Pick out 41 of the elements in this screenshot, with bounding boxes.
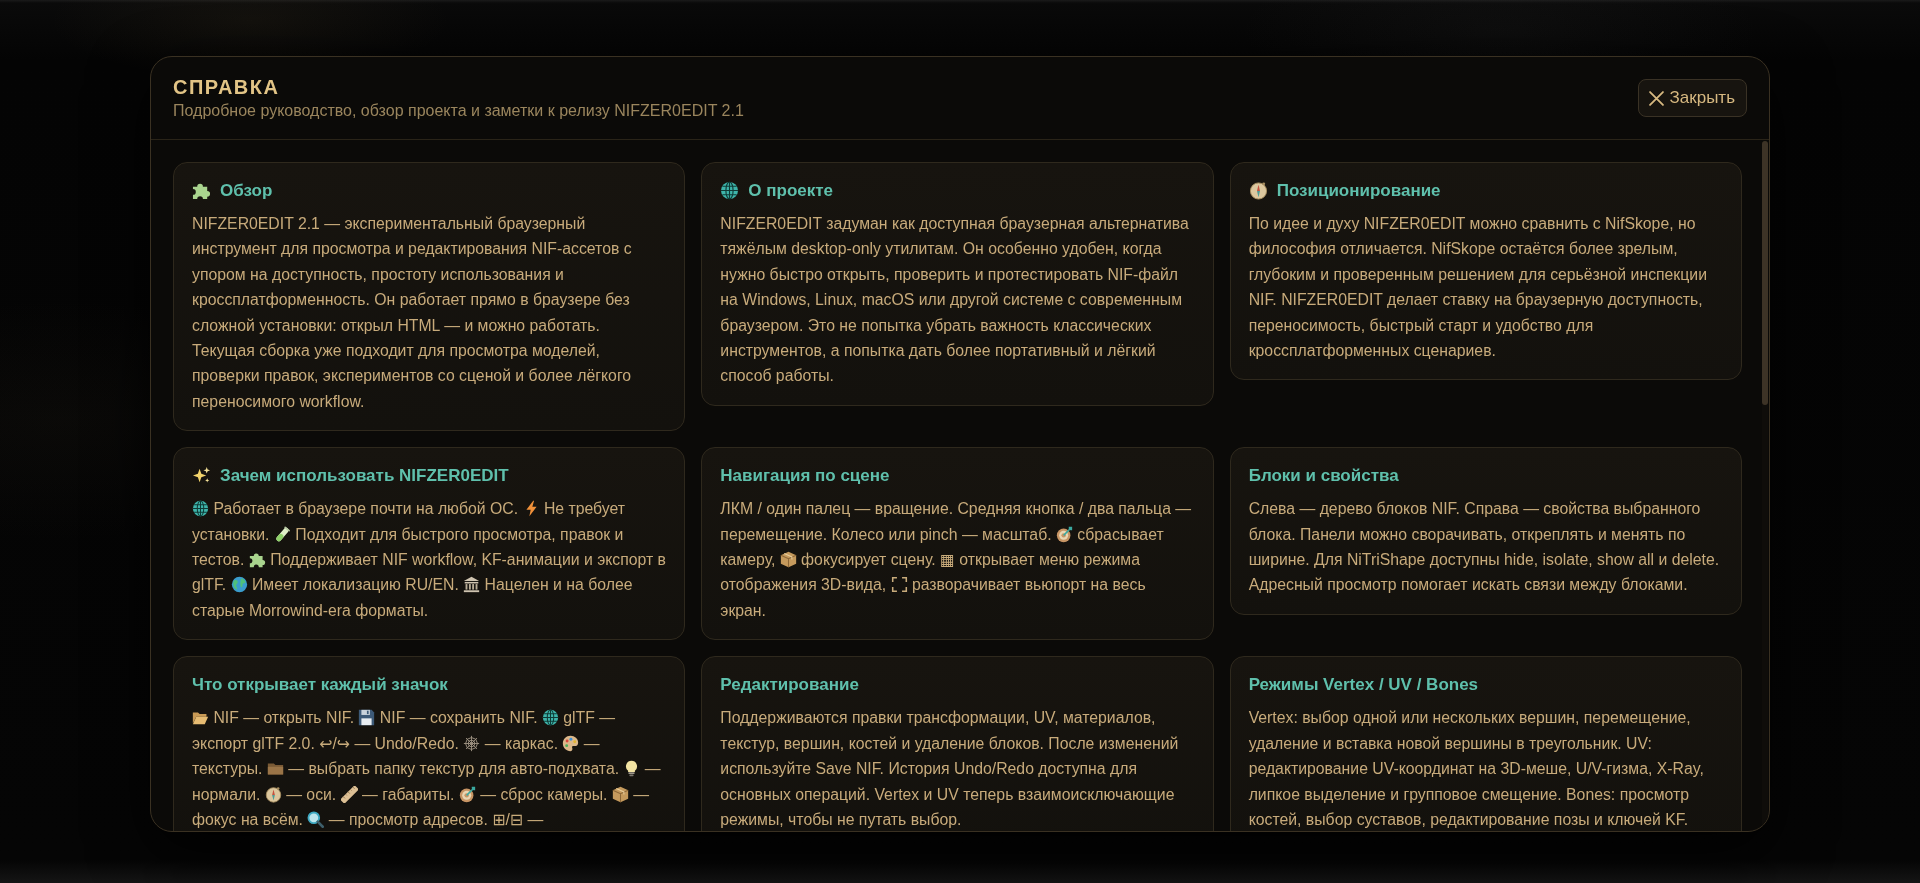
target-icon bbox=[1056, 525, 1073, 543]
section-title: Что открывает каждый значок bbox=[192, 674, 448, 697]
fullscreen-icon bbox=[890, 576, 908, 594]
section-text: Слева — дерево блоков NIF. Справа — свойства выбранного блока. Панели можно сворачивать, откреплять и менять по ширине. Для NiTriShape доступны hide, isolate, show all и delete. Адресный просмотр помогает искать связи между блоками. bbox=[1248, 499, 1721, 596]
puzzle-icon bbox=[248, 551, 266, 569]
section-title: Блоки и свойства bbox=[1248, 465, 1399, 488]
box-icon bbox=[611, 785, 629, 803]
dialog-subtitle: Подробное руководство, обзор проекта и заметки к релизу NIFZER0EDIT 2.1 bbox=[173, 101, 744, 121]
puzzle-icon bbox=[192, 181, 211, 200]
close-icon bbox=[1648, 90, 1664, 106]
section-text: NIFZER0EDIT 2.1 — экспериментальный браузерный инструмент для просмотра и редактирования NIF-ассетов с упором на доступность, простоту использования и кроссплатформенность. Он работает прямо в браузере без сложной установки: открыл HTML — и можно работать. Текущая сборка уже подходит для просмотра моделей, проверки правок, экспериментов со сценой и более лёгкого переносимого workflow. bbox=[192, 214, 633, 412]
globe-icon bbox=[541, 709, 559, 727]
section-text: ЛКМ / один палец — вращение. Средняя кнопка / два пальца — перемещение. Колесо или pinch — масштаб. сбрасывает камеру, фокусирует сцену. ▦ открывает меню режима отображения 3D-вида, разворачивает вьюпорт на весь экран. bbox=[720, 499, 1193, 621]
section-title: Режимы Vertex / UV / Bones bbox=[1248, 674, 1479, 697]
section-title: Редактирование bbox=[720, 674, 859, 697]
open-folder-icon bbox=[192, 709, 209, 727]
section-text: Работает в браузере почти на любой ОС. Не требует установки. Подходит для быстрого просмотра, правок и тестов. Поддерживает NIF workflow, KF-анимации и экспорт в glTF. Имеет локализацию RU/EN. Нацелен и на более старые Morrowind-era форматы. bbox=[192, 499, 667, 621]
section-title: Обзор bbox=[220, 180, 273, 202]
section-text: Vertex: выбор одной или нескольких вершин, перемещение, удаление и вставка новой вершины в треугольник. UV: редактирование UV-координат на 3D-меше, U/V-гизма, X-Ray, липкое выделение и групповое смещение. Bones: просмотр костей, выбор суставов, редактирование позы и ключей KF. bbox=[1248, 708, 1705, 830]
section-title: Навигация по сцене bbox=[720, 465, 890, 488]
dialog-title: СПРАВКА bbox=[173, 75, 281, 99]
scrollbar-thumb[interactable] bbox=[1762, 141, 1768, 405]
palette-icon bbox=[562, 734, 580, 752]
section-text: NIFZER0EDIT задуман как доступная браузерная альтернатива тяжёлым desktop-only утилитам. Он особенно удобен, когда нужно быстро открыть, проверить и протестировать NIF-файл на Windows, Linux, macOS или другой системе с современным браузером. Это не попытка убрать важность классических инструментов, а попытка дать более портативный и лёгкий способ работы. bbox=[720, 214, 1190, 387]
spider-web-icon bbox=[463, 734, 481, 752]
section-text: По идее и духу NIFZER0EDIT можно сравнить с NifSkope, но философия отличается. NifSkope остаётся более зрелым, глубоким и проверенным решением для серьёзной инспекции NIF. NIFZER0EDIT делает ставку на браузерную доступность, переносимость, быстрый старт и удобство для кроссплатформенных сценариев. bbox=[1248, 214, 1708, 362]
compass-icon bbox=[1248, 181, 1268, 200]
section-title: Позиционирование bbox=[1276, 180, 1441, 202]
compass-icon bbox=[264, 785, 282, 803]
globe-icon bbox=[720, 181, 740, 200]
section-text: Поддерживаются правки трансформации, UV, материалов, текстур, вершин, костей и удаление блоков. После изменений используйте Save NIF. История Undo/Redo доступна для основных операций. Vertex и UV теперь взаимоисключающие режимы, чтобы не путать выбор. bbox=[720, 708, 1180, 830]
search-icon bbox=[307, 810, 325, 828]
close-button[interactable]: Закрыть bbox=[1637, 79, 1747, 117]
globe-icon bbox=[230, 576, 248, 594]
building-icon bbox=[463, 576, 481, 594]
box-icon bbox=[779, 551, 797, 569]
target-icon bbox=[458, 785, 476, 803]
section-text: NIF — открыть NIF. NIF — сохранить NIF. glTF — экспорт glTF 2.0. ↩/↪ — Undo/Redo. — каркас. — текстуры. — выбрать папку текстур для авто-подхвата. — нормали. — оси. — габариты. — сброс камеры. — фокус на всём. — просмотр адресов. ⊞/⊟ — bbox=[192, 708, 662, 830]
section-title: О проекте bbox=[748, 180, 834, 202]
section-title: Зачем использовать NIFZER0EDIT bbox=[220, 465, 509, 488]
globe-icon bbox=[192, 500, 209, 518]
